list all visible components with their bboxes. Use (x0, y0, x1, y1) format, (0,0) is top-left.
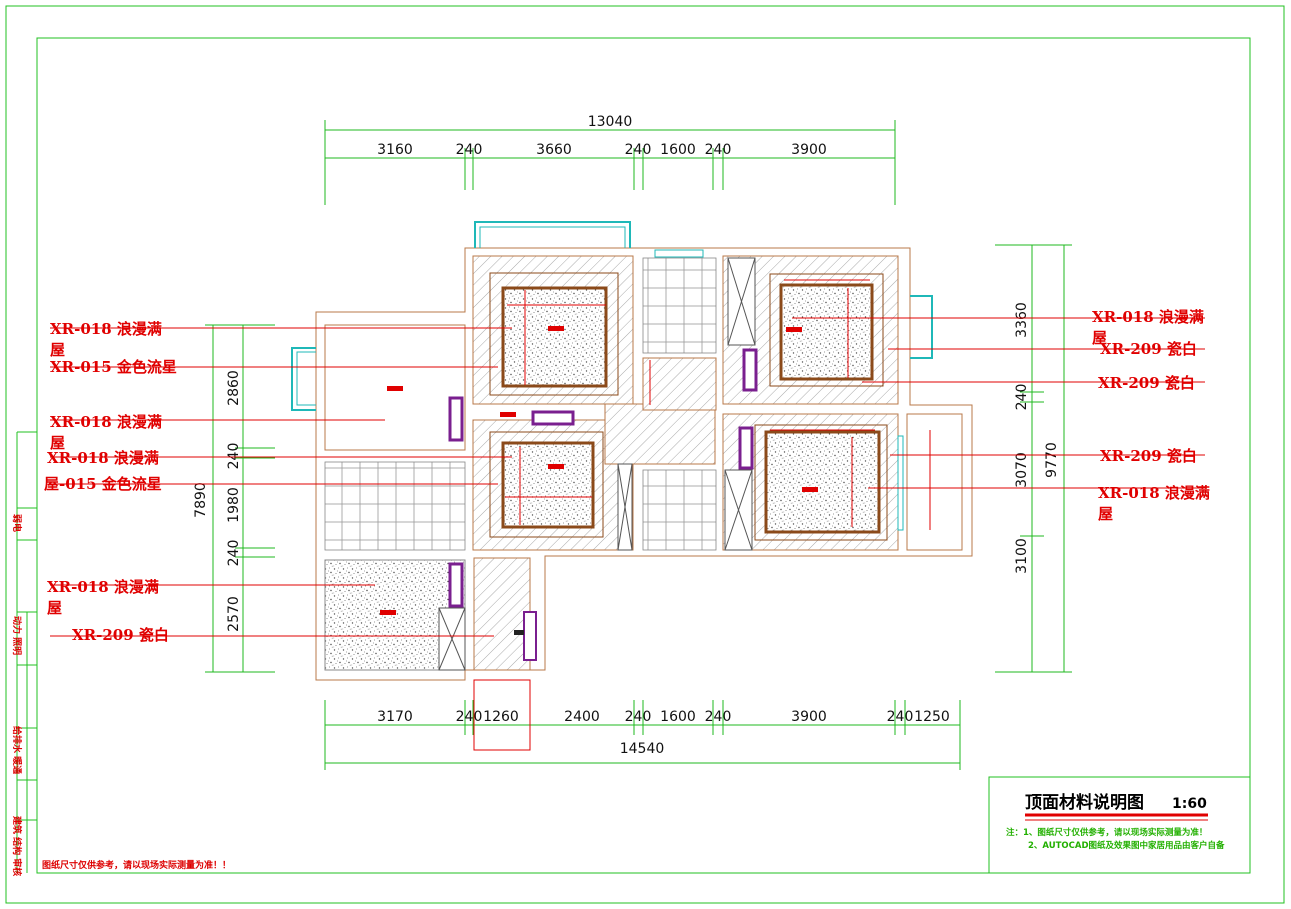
footer-note: 图纸尺寸仅供参考，请以现场实际测量为准！！ (42, 859, 231, 871)
note-2: 2、AUTOCAD图纸及效果图中家居用品由客户自备 (1028, 840, 1225, 851)
dim-top-7: 3900 (791, 142, 827, 158)
dim-top-3: 3660 (536, 142, 572, 158)
dim-bottom-2: 240 (456, 709, 483, 725)
right-dimensions (995, 244, 1072, 673)
floor-plan-svg: 弱电 动力 照明 给排水 暖通 建筑 结构 审核 图纸尺寸仅供参考，请以现场实际… (5, 5, 1285, 904)
note-1: 注：1、图纸尺寸仅供参考，请以现场实际测量为准！ (1006, 827, 1207, 838)
dim-left-4: 240 (226, 540, 242, 567)
dim-top-1: 3160 (377, 142, 413, 158)
dim-right-1: 3360 (1014, 302, 1030, 338)
left-label-5: XR-018 浪漫满屋 (47, 578, 159, 617)
top-dimensions (324, 120, 896, 205)
left-label-1: XR-018 浪漫满屋 (50, 320, 162, 359)
left-label-3: XR-018 浪漫满屋 (50, 413, 162, 452)
dim-bottom-total: 14540 (620, 741, 665, 757)
dim-bottom-6: 1600 (660, 709, 696, 725)
dim-left-3: 1980 (226, 487, 242, 523)
dim-bottom-9: 240 (887, 709, 914, 725)
left-label-4: XR-018 浪漫满屋-015 金色流星 (44, 449, 162, 493)
right-label-5: XR-018 浪漫满屋 (1098, 484, 1210, 523)
sidebar-label-structure: 建筑 结构 审核 (11, 816, 23, 876)
dim-right-3: 3070 (1014, 452, 1030, 488)
dim-right-4: 3100 (1014, 538, 1030, 574)
drawing-scale: 1:60 (1172, 796, 1207, 812)
dim-bottom-10: 1250 (914, 709, 950, 725)
right-labels: XR-018 浪漫满屋 XR-209 瓷白 XR-209 瓷白 XR-209 瓷… (1092, 308, 1210, 523)
floor-plan (291, 221, 973, 751)
dim-top-2: 240 (456, 142, 483, 158)
drawing-canvas: { "drawing": { "title": "顶面材料说明图", "scal… (0, 0, 1291, 909)
dim-bottom-4: 2400 (564, 709, 600, 725)
dim-top-5: 1600 (660, 142, 696, 158)
left-label-6: XR-209 瓷白 (72, 626, 169, 644)
right-label-2: XR-209 瓷白 (1100, 340, 1197, 358)
dim-left-2: 240 (226, 443, 242, 470)
dim-left-total: 7890 (193, 482, 209, 518)
dim-top-total: 13040 (588, 114, 633, 130)
sidebar-label-weak: 弱电 (11, 514, 23, 532)
sidebar-label-power: 动力 照明 (11, 616, 23, 655)
drawing-title: 顶面材料说明图 (1025, 792, 1144, 813)
right-label-3: XR-209 瓷白 (1098, 374, 1195, 392)
sidebar-label-plumbing: 给排水 暖通 (11, 726, 23, 774)
dim-left-1: 2860 (226, 370, 242, 406)
dim-left-5: 2570 (226, 596, 242, 632)
dim-top-6: 240 (705, 142, 732, 158)
dim-bottom-3: 1260 (483, 709, 519, 725)
dim-top-4: 240 (625, 142, 652, 158)
dim-right-total: 9770 (1044, 442, 1060, 478)
left-labels: XR-018 浪漫满屋 XR-015 金色流星 XR-018 浪漫满屋 XR-0… (44, 320, 177, 644)
left-label-2: XR-015 金色流星 (50, 358, 177, 376)
dim-right-2: 240 (1014, 384, 1030, 411)
dim-bottom-1: 3170 (377, 709, 413, 725)
dim-bottom-8: 3900 (791, 709, 827, 725)
right-label-4: XR-209 瓷白 (1100, 447, 1197, 465)
dim-bottom-7: 240 (705, 709, 732, 725)
dim-bottom-5: 240 (625, 709, 652, 725)
title-block (988, 776, 1251, 874)
